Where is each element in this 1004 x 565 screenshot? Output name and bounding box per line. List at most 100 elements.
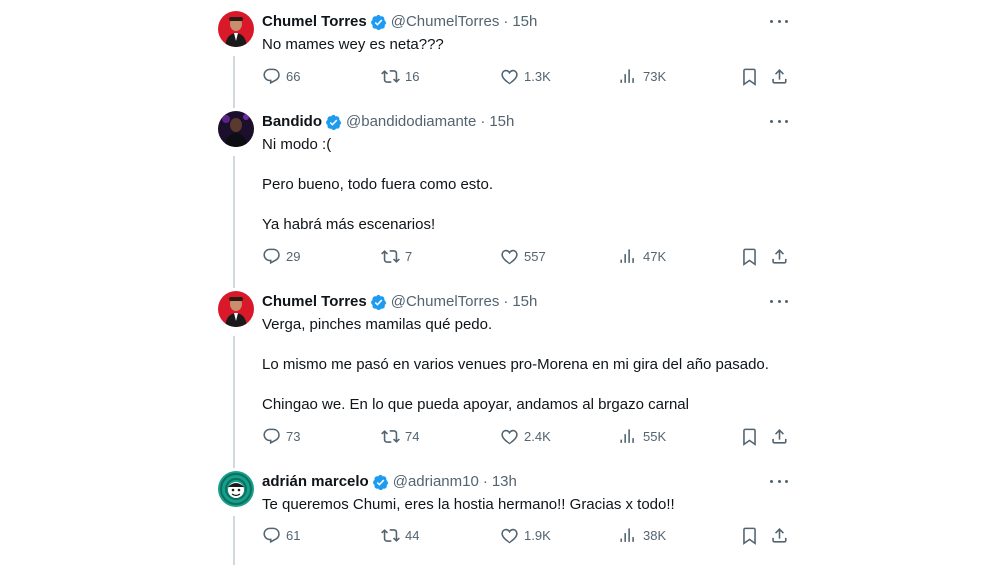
reply-icon [263, 428, 280, 445]
reply-button[interactable]: 61 [262, 526, 300, 545]
separator: · [503, 13, 509, 30]
tweet-header: Bandido @bandidodiamante · 15h [262, 112, 514, 132]
tweet-text: Te queremos Chumi, eres la hostia herman… [262, 495, 675, 515]
retweet-button[interactable]: 16 [381, 67, 419, 86]
more-options-icon[interactable] [770, 297, 788, 305]
views-button[interactable]: 55K [619, 427, 666, 446]
reply-count: 29 [286, 248, 301, 264]
chumel-avatar [218, 11, 254, 47]
retweet-count: 7 [405, 248, 413, 264]
share-button[interactable] [770, 247, 789, 266]
tweet-header: Chumel Torres @ChumelTorres · 15h [262, 292, 537, 312]
views-button[interactable]: 47K [619, 247, 666, 266]
reply-icon [263, 248, 280, 265]
like-count: 1.3K [524, 68, 551, 84]
avatar[interactable] [218, 111, 254, 147]
timestamp[interactable]: 15h [489, 112, 514, 132]
bookmark-button[interactable] [740, 526, 759, 545]
handle[interactable]: @bandidodiamante [346, 112, 476, 132]
more-options-icon[interactable] [770, 117, 788, 125]
display-name[interactable]: Chumel Torres [262, 12, 367, 32]
retweet-button[interactable]: 74 [381, 427, 419, 446]
retweet-count: 44 [405, 527, 420, 543]
avatar[interactable] [218, 471, 254, 507]
tweet-text-line: Te queremos Chumi, eres la hostia herman… [262, 496, 675, 513]
bandido-avatar [218, 111, 254, 147]
like-count: 557 [524, 248, 546, 264]
handle[interactable]: @ChumelTorres [391, 12, 500, 32]
display-name[interactable]: Chumel Torres [262, 292, 367, 312]
tweet-header: adrián marcelo @adrianm10 · 13h [262, 472, 517, 492]
more-options-icon[interactable] [770, 477, 788, 485]
views-icon [620, 69, 634, 83]
retweet-button[interactable]: 44 [381, 526, 419, 545]
share-icon [772, 528, 787, 543]
tweet-text-line: Pero bueno, todo fuera como esto. [262, 176, 493, 193]
tweet-text-line: Chingao we. En lo que pueda apoyar, anda… [262, 396, 689, 413]
separator: · [503, 293, 509, 310]
tweet-text-line: No mames wey es neta??? [262, 36, 444, 53]
retweet-count: 16 [405, 68, 420, 84]
tweet[interactable]: adrián marcelo @adrianm10 · 13h Te quere… [218, 471, 790, 551]
reply-icon [263, 68, 280, 85]
tweet-text: No mames wey es neta??? [262, 35, 444, 55]
display-name[interactable]: Bandido [262, 112, 322, 132]
bookmark-button[interactable] [740, 247, 759, 266]
views-count: 73K [643, 68, 667, 84]
retweet-icon [381, 70, 400, 83]
more-options-icon[interactable] [770, 17, 788, 25]
reply-count: 73 [286, 428, 301, 444]
separator: · [482, 473, 488, 490]
reply-button[interactable]: 66 [262, 67, 300, 86]
bookmark-icon [743, 428, 756, 446]
like-button[interactable]: 1.9K [500, 526, 551, 545]
share-icon [772, 69, 787, 84]
like-button[interactable]: 1.3K [500, 67, 551, 86]
share-button[interactable] [770, 67, 789, 86]
tweet-actions: 66 16 1.3K 73K [262, 67, 790, 89]
tweet-header: Chumel Torres @ChumelTorres · 15h [262, 12, 537, 32]
bookmark-icon [743, 248, 756, 266]
share-button[interactable] [770, 427, 789, 446]
tweet-actions: 61 44 1.9K 38K [262, 526, 790, 548]
timestamp[interactable]: 15h [512, 292, 537, 312]
timestamp[interactable]: 15h [512, 12, 537, 32]
reply-count: 66 [286, 68, 301, 84]
reply-button[interactable]: 73 [262, 427, 300, 446]
heart-icon [501, 429, 518, 445]
share-icon [772, 429, 787, 444]
avatar[interactable] [218, 11, 254, 47]
views-count: 55K [643, 428, 667, 444]
retweet-icon [381, 250, 400, 263]
like-count: 1.9K [524, 527, 551, 543]
like-button[interactable]: 2.4K [500, 427, 551, 446]
display-name[interactable]: adrián marcelo [262, 472, 369, 492]
bookmark-button[interactable] [740, 67, 759, 86]
share-button[interactable] [770, 526, 789, 545]
avatar[interactable] [218, 291, 254, 327]
views-icon [620, 429, 634, 443]
tweet[interactable]: Bandido @bandidodiamante · 15h Ni modo :… [218, 111, 790, 271]
views-button[interactable]: 73K [619, 67, 666, 86]
views-icon [620, 528, 634, 542]
heart-icon [501, 69, 518, 85]
handle[interactable]: @adrianm10 [393, 472, 479, 492]
handle[interactable]: @ChumelTorres [391, 292, 500, 312]
views-count: 38K [643, 527, 667, 543]
retweet-button[interactable]: 7 [381, 247, 412, 266]
bookmark-icon [743, 527, 756, 545]
verified-badge-icon [370, 14, 386, 30]
tweet-text-line: Ya habrá más escenarios! [262, 216, 436, 233]
views-button[interactable]: 38K [619, 526, 666, 545]
tweet[interactable]: Chumel Torres @ChumelTorres · 15h Verga,… [218, 291, 790, 451]
tweet-text-line: Lo mismo me pasó en varios venues pro-Mo… [262, 356, 769, 373]
reply-button[interactable]: 29 [262, 247, 300, 266]
bookmark-button[interactable] [740, 427, 759, 446]
verified-badge-icon [326, 114, 342, 130]
adrian-avatar [218, 471, 254, 507]
like-button[interactable]: 557 [500, 247, 546, 266]
verified-badge-icon [372, 474, 388, 490]
timestamp[interactable]: 13h [492, 472, 517, 492]
chumel-avatar [218, 291, 254, 327]
tweet[interactable]: Chumel Torres @ChumelTorres · 15h No mam… [218, 11, 790, 91]
